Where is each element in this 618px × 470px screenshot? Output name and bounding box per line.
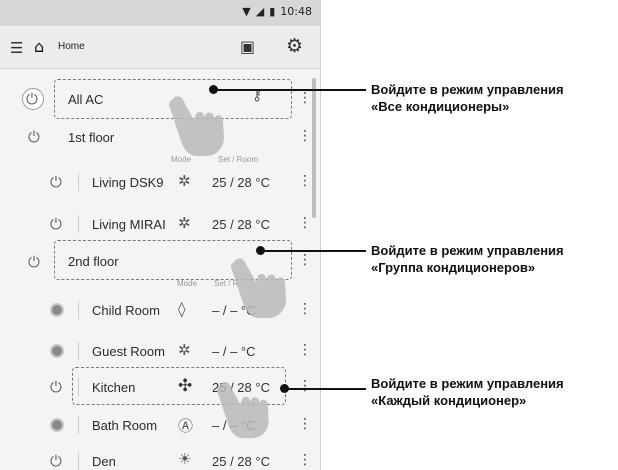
row-name: 1st floor [68, 130, 115, 145]
callout-line-2: «Каждый кондиционер» [371, 393, 527, 408]
power-off-icon[interactable] [50, 303, 64, 317]
dry-mode-icon: ◊ [178, 300, 186, 318]
more-vertical-icon[interactable]: ⋮ [298, 342, 312, 358]
callout-line [261, 250, 366, 252]
pointing-hand-icon [230, 258, 286, 318]
status-time: 10:48 [280, 5, 312, 18]
page-title: Home [58, 41, 85, 52]
row-living-dsk9[interactable]: ⏻ Living DSK9 ✲ 25 / 28 °C ⋮ [0, 163, 312, 201]
power-icon[interactable]: ⏻ [50, 452, 62, 470]
column-header-mode: Mode [177, 279, 198, 288]
callout-all-ac: Войдите в режим управления «Все кондицио… [371, 81, 616, 115]
heat-mode-icon: ✲ [178, 341, 191, 359]
power-off-icon[interactable] [50, 418, 64, 432]
row-name: Den [92, 454, 116, 469]
power-icon[interactable]: ⏻ [50, 215, 62, 233]
scrollbar[interactable] [312, 78, 316, 218]
auto-mode-icon: Ⓐ [178, 417, 194, 435]
callout-line [285, 388, 366, 390]
schedule-icon[interactable]: ▣ [240, 37, 255, 56]
menu-icon[interactable]: ☰ [10, 39, 23, 57]
more-vertical-icon[interactable]: ⋮ [298, 173, 312, 189]
more-vertical-icon[interactable]: ⋮ [298, 215, 312, 231]
home-icon: ⌂ [34, 37, 45, 56]
row-den[interactable]: ⏻ Den ☀ 25 / 28 °C ⋮ [0, 444, 312, 470]
divider [78, 301, 79, 319]
heat-mode-icon: ✲ [178, 214, 191, 232]
pointing-hand-icon [216, 382, 269, 439]
more-vertical-icon[interactable]: ⋮ [298, 252, 312, 268]
row-1st-floor[interactable]: ⏻ 1st floor ⋮ [0, 118, 312, 156]
more-vertical-icon[interactable]: ⋮ [298, 416, 312, 432]
callout-line-1: Войдите в режим управления [371, 82, 564, 97]
power-off-icon[interactable] [50, 344, 64, 358]
more-vertical-icon[interactable]: ⋮ [298, 452, 312, 468]
power-icon[interactable]: ⏻ [28, 128, 40, 146]
power-icon[interactable]: ⏻ [28, 253, 40, 271]
divider [78, 215, 79, 233]
set-room-temp: – / – °C [212, 344, 256, 359]
more-vertical-icon[interactable]: ⋮ [298, 301, 312, 317]
row-name: Bath Room [92, 418, 158, 433]
wifi-icon: ▼ [242, 5, 251, 18]
signal-icon: ◢ [255, 5, 265, 18]
status-icons: ▼ ◢ ▮ 10:48 [242, 5, 312, 18]
more-vertical-icon[interactable]: ⋮ [298, 128, 312, 144]
row-name: Living DSK9 [92, 175, 164, 190]
toolbar: ☰ ⌂ Home ▣ ⚙ [0, 26, 320, 69]
callout-each: Войдите в режим управления «Каждый конди… [371, 375, 616, 409]
callout-group: Войдите в режим управления «Группа конди… [371, 242, 616, 276]
row-name: Living MIRAI [92, 217, 166, 232]
callout-line-2: «Все кондиционеры» [371, 99, 510, 114]
row-name: Child Room [92, 303, 160, 318]
power-icon[interactable]: ⏻ [50, 378, 62, 396]
callout-line [214, 89, 366, 91]
set-room-temp: 25 / 28 °C [212, 175, 270, 190]
divider [78, 342, 79, 360]
status-bar: ▼ ◢ ▮ 10:48 [0, 0, 320, 26]
battery-icon: ▮ [269, 5, 276, 18]
callout-line-2: «Группа кондиционеров» [371, 260, 536, 275]
heat-mode-icon: ✲ [178, 172, 191, 190]
divider [78, 416, 79, 434]
power-icon[interactable]: ⏻ [26, 90, 38, 108]
row-guest-room[interactable]: Guest Room ✲ – / – °C ⋮ [0, 332, 312, 370]
gear-icon[interactable]: ⚙ [286, 35, 303, 57]
set-room-temp: 25 / 28 °C [212, 217, 270, 232]
divider [78, 173, 79, 191]
more-vertical-icon[interactable]: ⋮ [298, 378, 312, 394]
phone-screen: ▼ ◢ ▮ 10:48 ☰ ⌂ Home ▣ ⚙ ⏻ All AC ⚷ ⋮ ⏻ … [0, 0, 321, 470]
divider [78, 452, 79, 470]
set-room-temp: 25 / 28 °C [212, 454, 270, 469]
power-icon[interactable]: ⏻ [50, 173, 62, 191]
cool-mode-icon: ☀ [178, 450, 192, 468]
row-name: Guest Room [92, 344, 165, 359]
row-living-mirai[interactable]: ⏻ Living MIRAI ✲ 25 / 28 °C ⋮ [0, 205, 312, 243]
callout-line-1: Войдите в режим управления [371, 243, 564, 258]
pointing-hand-icon [168, 96, 224, 156]
callout-line-1: Войдите в режим управления [371, 376, 564, 391]
more-vertical-icon[interactable]: ⋮ [298, 90, 312, 106]
